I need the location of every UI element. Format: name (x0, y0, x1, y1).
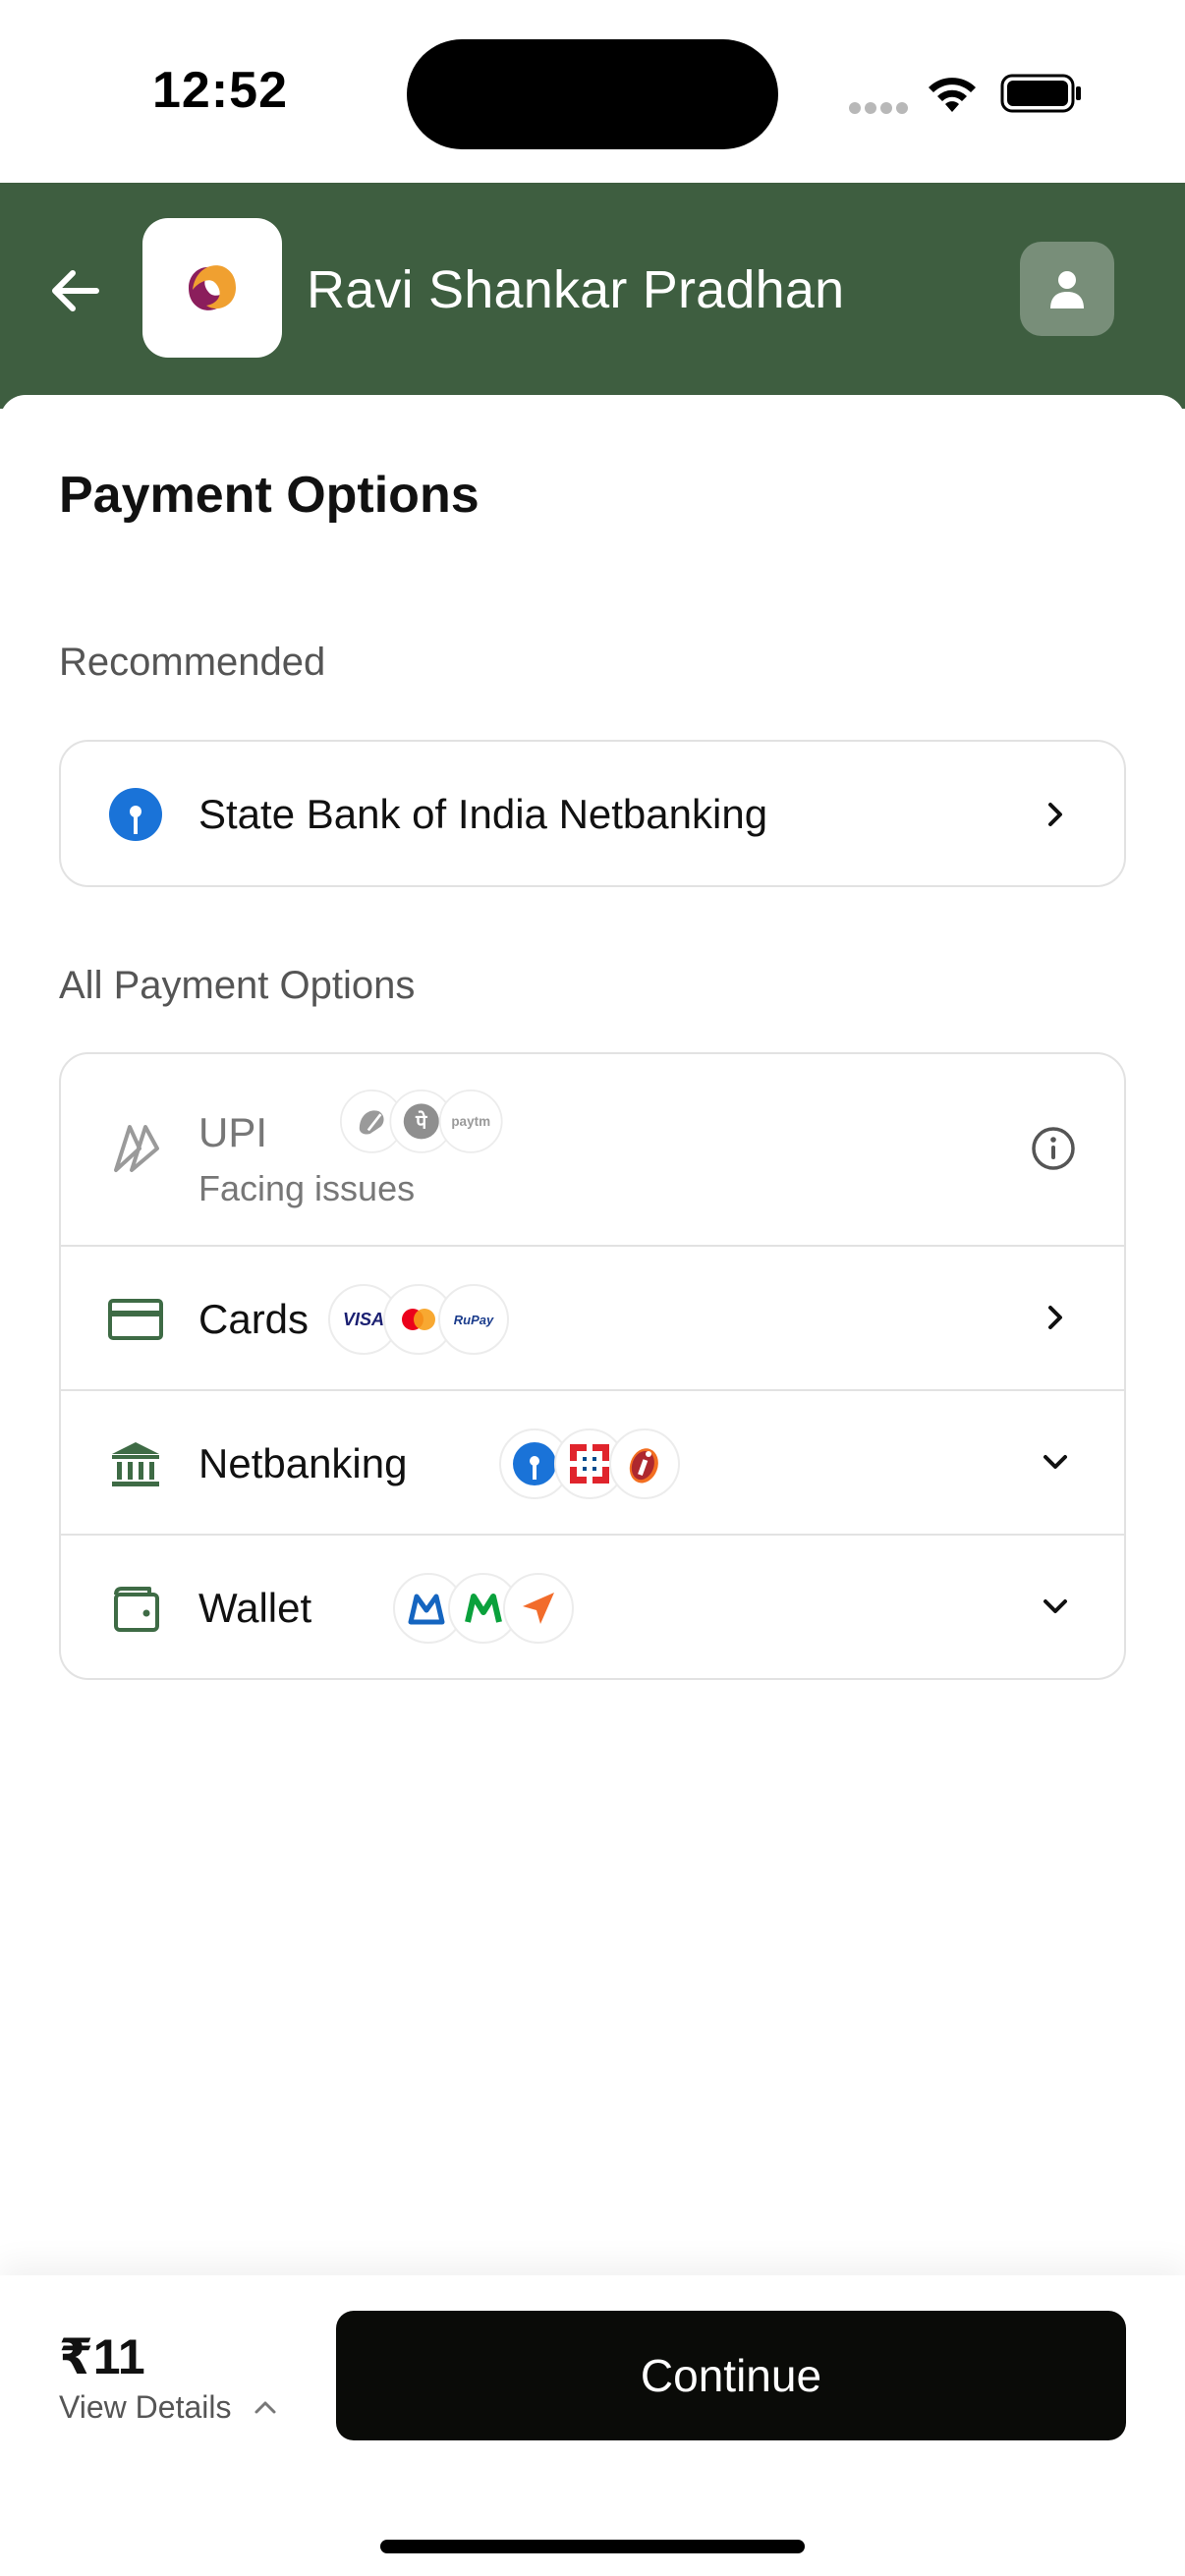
battery-icon (1000, 74, 1081, 113)
wallet-icon (104, 1577, 167, 1640)
rupay-icon: RuPay (438, 1284, 509, 1355)
chevron-right-icon (1048, 803, 1062, 826)
upi-icon (104, 1117, 167, 1180)
chevron-up-icon (254, 2401, 276, 2413)
recommended-card: State Bank of India Netbanking (59, 740, 1126, 887)
recommended-label: Recommended (59, 641, 326, 684)
wifi-icon (929, 78, 976, 112)
recommended-option-label: State Bank of India Netbanking (198, 791, 768, 837)
icici-icon (609, 1428, 680, 1499)
view-details-link[interactable]: View Details (59, 2389, 280, 2426)
bank-badges (499, 1428, 680, 1499)
visa-text: VISA (342, 1309, 384, 1329)
merchant-logo (142, 218, 282, 358)
rupay-text: RuPay (453, 1312, 494, 1327)
recommended-option-sbi[interactable]: State Bank of India Netbanking (61, 742, 1124, 885)
svg-text:पे: पे (415, 1110, 427, 1134)
upi-app-badges: पे paytm (340, 1090, 503, 1153)
bank-icon (104, 1432, 167, 1495)
merchant-header: Ravi Shankar Pradhan (0, 183, 1185, 409)
cards-label: Cards (198, 1296, 310, 1342)
merchant-logo-icon (189, 265, 236, 310)
all-payment-options-card: UPI पे paytm Facing issues Cards VISA Ru… (59, 1052, 1126, 1680)
upi-status-text: Facing issues (198, 1168, 416, 1208)
wallet-label: Wallet (198, 1585, 312, 1631)
total-amount: ₹11 (59, 2329, 145, 2384)
payment-option-wallet[interactable]: Wallet (61, 1534, 1124, 1678)
payment-option-upi[interactable]: UPI पे paytm Facing issues (61, 1054, 1124, 1245)
profile-button[interactable] (1020, 242, 1114, 336)
continue-button[interactable]: Continue (336, 2311, 1126, 2440)
checkout-bar: ₹11 View Details Continue (0, 2275, 1185, 2576)
dynamic-island (407, 39, 778, 149)
payment-option-netbanking[interactable]: Netbanking (61, 1389, 1124, 1534)
status-bar: 12:52 (0, 0, 1185, 183)
payment-option-cards[interactable]: Cards VISA RuPay (61, 1245, 1124, 1389)
home-indicator (380, 2540, 805, 2553)
freecharge-icon (503, 1573, 574, 1644)
user-icon (1050, 271, 1084, 308)
view-details-label: View Details (59, 2389, 232, 2425)
wallet-badges (393, 1573, 574, 1644)
all-payment-options-label: All Payment Options (59, 964, 416, 1007)
sbi-icon (104, 783, 167, 846)
status-time: 12:52 (152, 62, 288, 119)
chevron-down-icon (1044, 1455, 1067, 1469)
netbanking-label: Netbanking (198, 1440, 408, 1486)
page-title: Payment Options (59, 467, 480, 524)
credit-card-icon (104, 1288, 167, 1351)
paytm-icon: paytm (438, 1090, 503, 1153)
chevron-down-icon (1044, 1599, 1067, 1613)
paytm-text: paytm (451, 1113, 491, 1130)
merchant-name: Ravi Shankar Pradhan (307, 260, 845, 319)
card-network-badges: VISA RuPay (328, 1284, 509, 1355)
cellular-signal-icon (849, 102, 908, 114)
chevron-right-icon (1048, 1306, 1062, 1329)
upi-label: UPI (198, 1109, 268, 1155)
info-icon[interactable] (1030, 1125, 1077, 1172)
back-arrow-icon[interactable] (45, 261, 108, 320)
